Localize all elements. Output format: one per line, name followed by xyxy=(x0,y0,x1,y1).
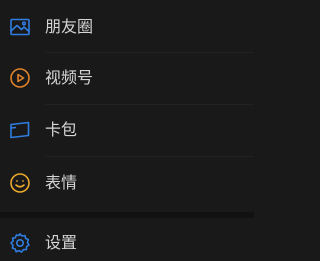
menu-item-label: 卡包 xyxy=(45,120,78,139)
moments-icon xyxy=(8,15,32,39)
sticker-smile-icon xyxy=(8,171,32,195)
row-divider xyxy=(45,156,254,157)
menu-item-label: 表情 xyxy=(45,173,78,192)
menu-item-label: 设置 xyxy=(45,233,78,252)
menu-item-stickers[interactable]: 表情 xyxy=(0,158,254,208)
card-wallet-icon xyxy=(8,118,32,142)
menu-item-cards[interactable]: 卡包 xyxy=(0,105,254,155)
menu-item-settings[interactable]: 设置 xyxy=(0,218,254,261)
settings-group: 设置 xyxy=(0,218,254,261)
menu-item-label: 朋友圈 xyxy=(45,17,94,36)
channels-icon xyxy=(8,66,32,90)
menu-item-moments[interactable]: 朋友圈 xyxy=(0,2,254,52)
discover-menu: 朋友圈 视频号 卡包 表情 设置 xyxy=(0,0,254,261)
menu-item-label: 视频号 xyxy=(45,68,94,87)
settings-gear-icon xyxy=(8,231,32,255)
discover-menu-group: 朋友圈 视频号 卡包 表情 xyxy=(0,0,254,212)
menu-item-channels[interactable]: 视频号 xyxy=(0,53,254,103)
